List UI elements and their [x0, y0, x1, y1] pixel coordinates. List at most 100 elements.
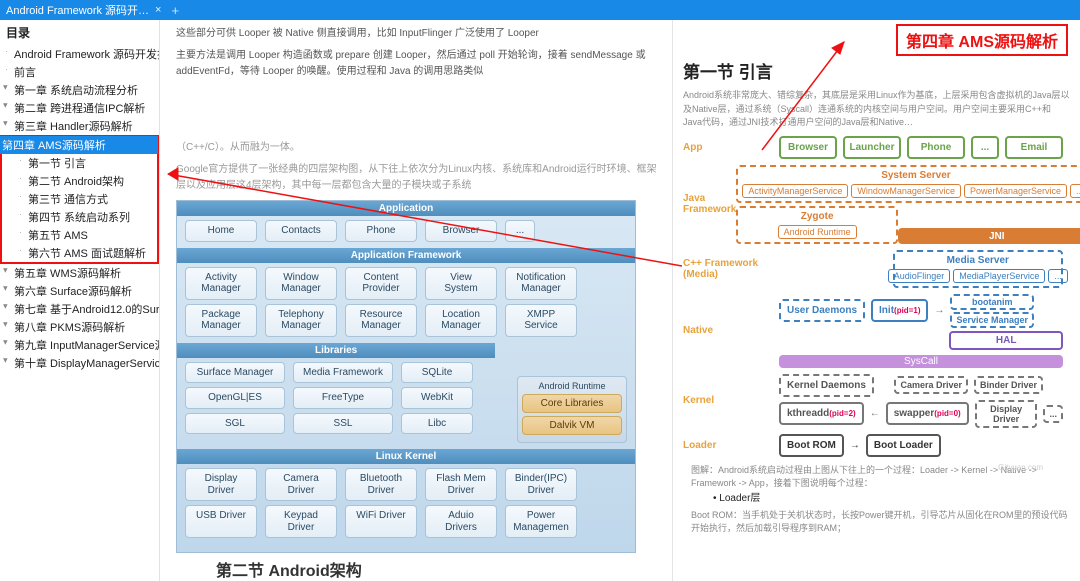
- toc-item[interactable]: 第十章 DisplayManagerService源码解析: [0, 354, 159, 372]
- ms-pill: ...: [1048, 269, 1068, 283]
- tier-cpp: C++ Framework (Media) Media Server Audio…: [683, 250, 1063, 288]
- toc-subitem[interactable]: 第五节 AMS: [14, 226, 157, 244]
- arch-cell: LocationManager: [425, 304, 497, 337]
- toc-item[interactable]: 第二章 跨进程通信IPC解析: [0, 99, 159, 117]
- toc-item[interactable]: Android Framework 源码开发揭秘: [0, 45, 159, 63]
- close-icon[interactable]: ×: [155, 4, 161, 16]
- toc-sidebar: 目录 Android Framework 源码开发揭秘 前言 第一章 系统启动流…: [0, 20, 160, 581]
- arch-cell: Media Framework: [293, 362, 393, 384]
- arch-cell: AduioDrivers: [425, 505, 497, 538]
- arch-cell: XMPPService: [505, 304, 577, 337]
- arch-cell: CameraDriver: [265, 468, 337, 501]
- intro-paragraph: Android系统非常庞大、错综复杂，其底层是采用Linux作为基底，上层采用包…: [683, 89, 1070, 130]
- bullet-item: • Loader层: [713, 489, 1070, 504]
- arch-cell: DisplayDriver: [185, 468, 257, 501]
- boot-loader-box: Boot Loader: [866, 434, 941, 457]
- kthreadd-box: kthreadd(pid=2): [779, 402, 864, 425]
- toc-item[interactable]: 第七章 基于Android12.0的SurfaceFlinger源…: [0, 300, 159, 318]
- android-runtime-box: Android Runtime Core Libraries Dalvik VM: [517, 376, 627, 443]
- band-libraries: Libraries: [177, 343, 495, 358]
- tier-label: Java Framework: [683, 193, 736, 215]
- tier-label: Loader: [683, 440, 779, 451]
- toc-tree: Android Framework 源码开发揭秘 前言 第一章 系统启动流程分析…: [0, 45, 159, 372]
- ss-pill: PowerManagerService: [964, 184, 1067, 198]
- band-framework: Application Framework: [177, 248, 635, 263]
- swapper-box: swapper(pid=0): [886, 402, 969, 425]
- toc-subitem[interactable]: 第四节 系统启动系列: [14, 208, 157, 226]
- jni-bar: JNI: [898, 228, 1080, 244]
- chapter4-badge: 第四章 AMS源码解析: [896, 24, 1068, 56]
- ss-pill: WindowManagerService: [851, 184, 961, 198]
- toc-item[interactable]: 第九章 InputManagerService源码解析: [0, 336, 159, 354]
- arch-cell: PackageManager: [185, 304, 257, 337]
- kernel-box: Binder Driver: [974, 376, 1043, 394]
- arch-cell: SSL: [293, 413, 393, 435]
- toc-subitem[interactable]: 第一节 引言: [14, 154, 157, 172]
- toc-item[interactable]: 第六章 Surface源码解析: [0, 282, 159, 300]
- toc-item[interactable]: 前言: [0, 63, 159, 81]
- paragraph: （C++/C）。从而融为一体。: [176, 140, 662, 156]
- arch-cell: KeypadDriver: [265, 505, 337, 538]
- ss-pill: ActivityManagerService: [742, 184, 848, 198]
- toc-item[interactable]: 第一章 系统启动流程分析: [0, 81, 159, 99]
- tier-native: Native User Daemons Init(pid=1) → bootan…: [683, 294, 1063, 368]
- right-pane: 第四章 AMS源码解析 第一节 引言 Android系统非常庞大、错综复杂，其底…: [672, 20, 1080, 581]
- arch-cell: BluetoothDriver: [345, 468, 417, 501]
- tier-kernel: Kernel Kernel Daemons Camera Driver Bind…: [683, 374, 1063, 428]
- paragraph: 主要方法是调用 Looper 构造函数或 prepare 创建 Looper，然…: [176, 48, 662, 80]
- arch-cell: ActivityManager: [185, 267, 257, 300]
- band-application: Application: [177, 201, 635, 216]
- arch-cell: Flash MemDriver: [425, 468, 497, 501]
- arch-cell: ResourceManager: [345, 304, 417, 337]
- arch-cell: NotificationManager: [505, 267, 577, 300]
- tier-label: C++ Framework (Media): [683, 258, 779, 280]
- arch-cell: WiFi Driver: [345, 505, 417, 538]
- arch-cell: TelephonyManager: [265, 304, 337, 337]
- arch-cell: Home: [185, 220, 257, 242]
- boot-rom-box: Boot ROM: [779, 434, 844, 457]
- active-tab[interactable]: Android Framework 源码开… ×: [6, 2, 161, 18]
- band-kernel: Linux Kernel: [177, 449, 635, 464]
- watermark: Gityuan.com: [998, 463, 1043, 472]
- arch-cell: WindowManager: [265, 267, 337, 300]
- app-box: Launcher: [843, 136, 901, 159]
- system-server-box: System Server ActivityManagerService Win…: [736, 165, 1080, 203]
- tier-loader: Loader Boot ROM → Boot Loader: [683, 434, 1063, 457]
- zygote-sub: Android Runtime: [778, 225, 857, 239]
- toc-item-selected[interactable]: 第四章 AMS源码解析: [0, 136, 158, 154]
- arch-cell: USB Driver: [185, 505, 257, 538]
- toc-heading: 目录: [0, 20, 159, 45]
- runtime-item: Dalvik VM: [522, 416, 622, 435]
- toc-item[interactable]: 第八章 PKMS源码解析: [0, 318, 159, 336]
- tier-label: Kernel: [683, 395, 779, 406]
- section2-title: 第二节 Android架构: [176, 553, 662, 581]
- toc-subitem[interactable]: 第二节 Android架构: [14, 172, 157, 190]
- runtime-title: Android Runtime: [522, 381, 622, 391]
- tab-bar: Android Framework 源码开… × +: [0, 0, 1080, 20]
- toc-item[interactable]: 第五章 WMS源码解析: [0, 264, 159, 282]
- arch-cell: ...: [505, 220, 535, 242]
- arch-cell: ContentProvider: [345, 267, 417, 300]
- tier-label: Native: [683, 325, 779, 336]
- toc-item[interactable]: 第三章 Handler源码解析: [0, 117, 159, 135]
- new-tab-button[interactable]: +: [171, 3, 179, 18]
- paragraph: 这些部分可供 Looper 被 Native 侧直接调用，比如 InputFli…: [176, 26, 662, 42]
- arch-cell: Phone: [345, 220, 417, 242]
- arch-cell: Contacts: [265, 220, 337, 242]
- toc-subitem[interactable]: 第六节 AMS 面试题解析: [14, 244, 157, 262]
- hal-box: HAL: [949, 331, 1063, 350]
- toc-subitem[interactable]: 第三节 通信方式: [14, 190, 157, 208]
- app-box: ...: [971, 136, 999, 159]
- arch-cell: Libc: [401, 413, 473, 435]
- arch-cell: ViewSystem: [425, 267, 497, 300]
- arch-cell: Browser: [425, 220, 497, 242]
- arch-cell: SGL: [185, 413, 285, 435]
- arch-cell: Binder(IPC)Driver: [505, 468, 577, 501]
- android-4layer-diagram: Application Home Contacts Phone Browser …: [176, 200, 636, 553]
- app-box: Phone: [907, 136, 965, 159]
- ms-pill: AudioFlinger: [888, 269, 951, 283]
- ms-pill: MediaPlayerService: [953, 269, 1045, 283]
- ss-pill: ...: [1070, 184, 1080, 198]
- toc-chapter4-box: 第四章 AMS源码解析 第一节 引言 第二节 Android架构 第三节 通信方…: [0, 135, 159, 264]
- paragraph: Google官方提供了一张经典的四层架构图，从下往上依次分为Linux内核、系统…: [176, 162, 662, 194]
